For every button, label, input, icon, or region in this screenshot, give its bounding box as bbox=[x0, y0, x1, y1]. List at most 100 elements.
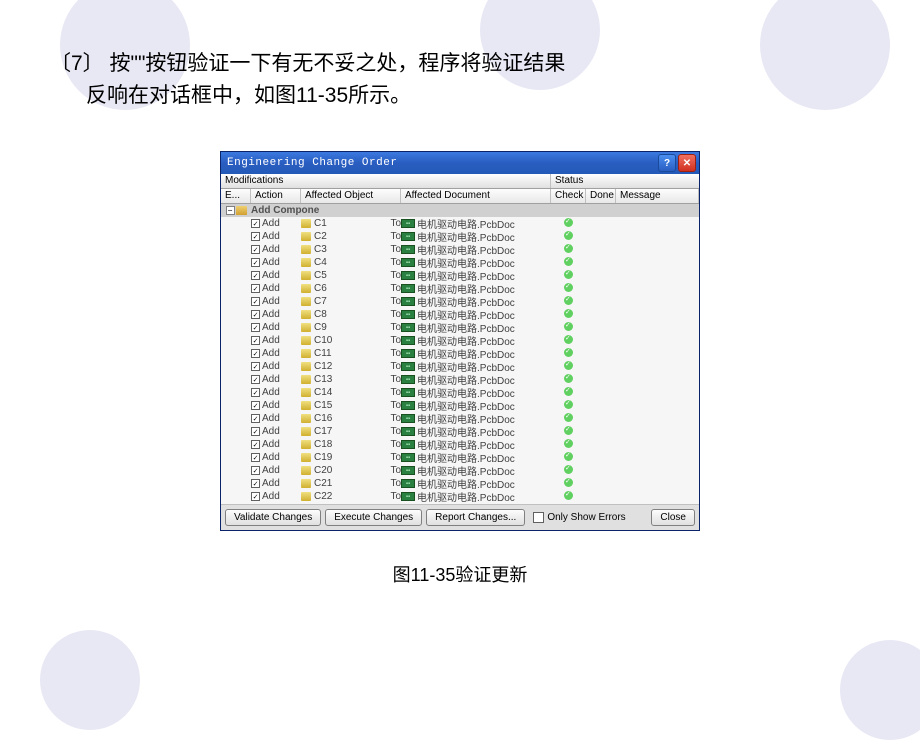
object-name: C2 bbox=[314, 231, 327, 242]
pcb-icon: ▪▪ bbox=[401, 245, 415, 254]
object-name: C14 bbox=[314, 387, 332, 398]
component-icon bbox=[301, 440, 311, 449]
checkbox-icon[interactable]: ✓ bbox=[251, 336, 260, 345]
component-icon bbox=[301, 284, 311, 293]
dialog-titlebar[interactable]: Engineering Change Order ? ✕ bbox=[221, 152, 699, 174]
check-pass-icon bbox=[564, 478, 573, 487]
object-name: C8 bbox=[314, 309, 327, 320]
component-icon bbox=[301, 245, 311, 254]
checkbox-icon[interactable]: ✓ bbox=[251, 284, 260, 293]
checkbox-icon[interactable]: ✓ bbox=[251, 245, 260, 254]
object-name: C13 bbox=[314, 374, 332, 385]
pcb-icon: ▪▪ bbox=[401, 349, 415, 358]
component-icon bbox=[301, 466, 311, 475]
col-check[interactable]: Check bbox=[551, 189, 586, 203]
dialog-title: Engineering Change Order bbox=[227, 157, 656, 169]
check-pass-icon bbox=[564, 387, 573, 396]
pcb-icon: ▪▪ bbox=[401, 479, 415, 488]
checkbox-icon[interactable]: ✓ bbox=[251, 219, 260, 228]
object-name: C22 bbox=[314, 491, 332, 502]
check-pass-icon bbox=[564, 439, 573, 448]
pcb-icon: ▪▪ bbox=[401, 310, 415, 319]
component-icon bbox=[301, 401, 311, 410]
check-pass-icon bbox=[564, 283, 573, 292]
eco-rows: − Add Compone ✓AddC1To▪▪电机驱动电路.PcbDoc✓Ad… bbox=[221, 204, 699, 504]
to-label: To bbox=[390, 231, 401, 242]
to-label: To bbox=[390, 452, 401, 463]
col-affected-document[interactable]: Affected Document bbox=[401, 189, 551, 203]
to-label: To bbox=[390, 426, 401, 437]
component-icon bbox=[301, 310, 311, 319]
table-row[interactable]: ✓AddC22To▪▪电机驱动电路.PcbDoc bbox=[221, 490, 699, 503]
pcb-icon: ▪▪ bbox=[401, 401, 415, 410]
checkbox-icon[interactable]: ✓ bbox=[251, 414, 260, 423]
to-label: To bbox=[390, 335, 401, 346]
check-pass-icon bbox=[564, 270, 573, 279]
col-action[interactable]: Action bbox=[251, 189, 301, 203]
checkbox-icon[interactable]: ✓ bbox=[251, 297, 260, 306]
check-pass-icon bbox=[564, 413, 573, 422]
report-changes-button[interactable]: Report Changes... bbox=[426, 509, 525, 526]
check-pass-icon bbox=[564, 296, 573, 305]
pcb-icon: ▪▪ bbox=[401, 232, 415, 241]
checkbox-icon[interactable]: ✓ bbox=[251, 232, 260, 241]
collapse-icon[interactable]: − bbox=[226, 206, 235, 215]
action-label: Add bbox=[262, 218, 280, 229]
checkbox-icon[interactable]: ✓ bbox=[251, 388, 260, 397]
checkbox-icon[interactable]: ✓ bbox=[251, 271, 260, 280]
object-name: C10 bbox=[314, 335, 332, 346]
action-label: Add bbox=[262, 452, 280, 463]
checkbox-icon[interactable]: ✓ bbox=[251, 427, 260, 436]
checkbox-icon[interactable]: ✓ bbox=[251, 453, 260, 462]
checkbox-icon[interactable]: ✓ bbox=[251, 492, 260, 501]
checkbox-icon[interactable]: ✓ bbox=[251, 258, 260, 267]
component-icon bbox=[301, 375, 311, 384]
checkbox-icon[interactable]: ✓ bbox=[251, 440, 260, 449]
checkbox-icon[interactable]: ✓ bbox=[251, 479, 260, 488]
only-show-errors-checkbox[interactable]: Only Show Errors bbox=[533, 512, 625, 523]
check-pass-icon bbox=[564, 491, 573, 500]
close-button[interactable]: Close bbox=[651, 509, 695, 526]
col-done[interactable]: Done bbox=[586, 189, 616, 203]
validate-changes-button[interactable]: Validate Changes bbox=[225, 509, 321, 526]
checkbox-icon[interactable]: ✓ bbox=[251, 323, 260, 332]
checkbox-icon[interactable]: ✓ bbox=[251, 310, 260, 319]
action-label: Add bbox=[262, 257, 280, 268]
check-pass-icon bbox=[564, 465, 573, 474]
action-label: Add bbox=[262, 270, 280, 281]
checkbox-icon[interactable]: ✓ bbox=[251, 362, 260, 371]
text-line-2: 反响在对话框中，如图11-35所示。 bbox=[50, 80, 860, 112]
checkbox-icon[interactable] bbox=[533, 512, 544, 523]
action-label: Add bbox=[262, 231, 280, 242]
object-name: C3 bbox=[314, 244, 327, 255]
action-label: Add bbox=[262, 426, 280, 437]
col-message[interactable]: Message bbox=[616, 189, 699, 203]
check-pass-icon bbox=[564, 361, 573, 370]
component-icon bbox=[301, 271, 311, 280]
object-name: C12 bbox=[314, 361, 332, 372]
check-pass-icon bbox=[564, 348, 573, 357]
to-label: To bbox=[390, 296, 401, 307]
checkbox-icon[interactable]: ✓ bbox=[251, 401, 260, 410]
object-name: C16 bbox=[314, 413, 332, 424]
pcb-icon: ▪▪ bbox=[401, 466, 415, 475]
object-name: C17 bbox=[314, 426, 332, 437]
to-label: To bbox=[390, 348, 401, 359]
col-affected-object[interactable]: Affected Object bbox=[301, 189, 401, 203]
check-pass-icon bbox=[564, 309, 573, 318]
pcb-icon: ▪▪ bbox=[401, 336, 415, 345]
pcb-icon: ▪▪ bbox=[401, 453, 415, 462]
close-icon[interactable]: ✕ bbox=[678, 154, 696, 172]
execute-changes-button[interactable]: Execute Changes bbox=[325, 509, 422, 526]
checkbox-icon[interactable]: ✓ bbox=[251, 349, 260, 358]
object-name: C5 bbox=[314, 270, 327, 281]
to-label: To bbox=[390, 465, 401, 476]
check-pass-icon bbox=[564, 374, 573, 383]
checkbox-icon[interactable]: ✓ bbox=[251, 375, 260, 384]
action-label: Add bbox=[262, 400, 280, 411]
pcb-icon: ▪▪ bbox=[401, 414, 415, 423]
col-enable[interactable]: E... bbox=[221, 189, 251, 203]
help-button[interactable]: ? bbox=[658, 154, 676, 172]
object-name: C4 bbox=[314, 257, 327, 268]
checkbox-icon[interactable]: ✓ bbox=[251, 466, 260, 475]
